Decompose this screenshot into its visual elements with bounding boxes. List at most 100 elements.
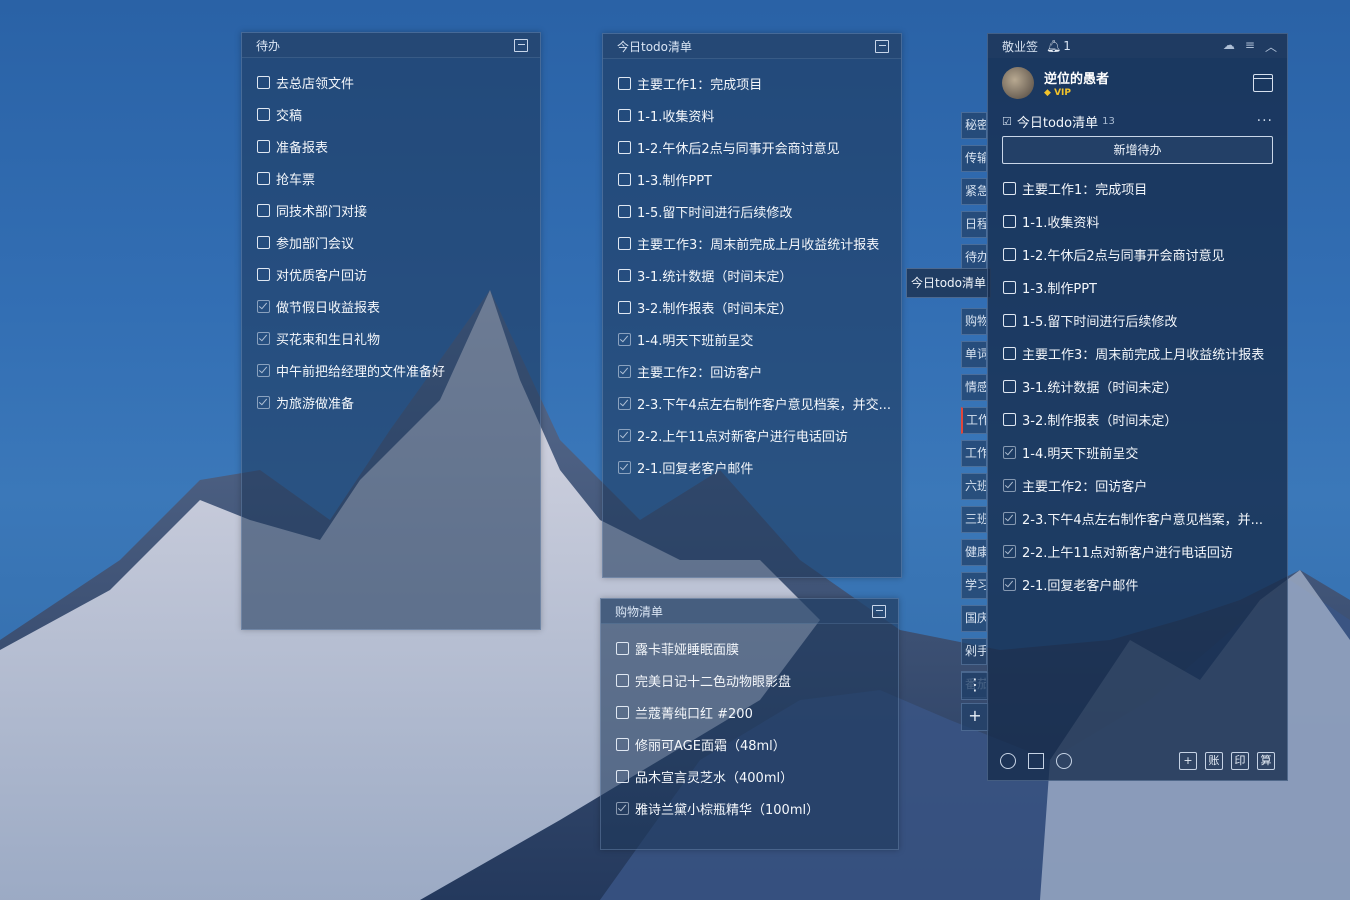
- todo-item[interactable]: 兰蔻菁纯口红 #200: [601, 696, 898, 728]
- category-tab[interactable]: 购物: [961, 308, 987, 335]
- checked-checkbox[interactable]: [1003, 446, 1016, 459]
- checkbox[interactable]: [257, 107, 270, 121]
- active-category-tab[interactable]: 今日todo清单: [906, 268, 992, 298]
- category-tab[interactable]: 传输: [961, 145, 987, 172]
- todo-item[interactable]: 抢车票: [242, 162, 540, 194]
- category-tab[interactable]: 工作: [961, 407, 987, 434]
- todo-item[interactable]: 1-3.制作PPT: [988, 271, 1287, 304]
- category-tab[interactable]: 待办: [961, 244, 987, 271]
- checked-checkbox[interactable]: [257, 363, 270, 377]
- checkbox[interactable]: [257, 139, 270, 153]
- checkbox[interactable]: [618, 108, 631, 122]
- todo-item[interactable]: 3-2.制作报表（时间未定）: [988, 403, 1287, 436]
- detach-icon[interactable]: [872, 604, 886, 618]
- checkbox[interactable]: [1003, 248, 1016, 261]
- todo-item[interactable]: 2-2.上午11点对新客户进行电话回访: [988, 535, 1287, 568]
- todo-item[interactable]: 为旅游做准备: [242, 386, 540, 418]
- category-tab[interactable]: 健康: [961, 539, 987, 566]
- todo-item[interactable]: 主要工作1：完成项目: [603, 67, 901, 99]
- footer-tool-button[interactable]: 账: [1205, 752, 1223, 770]
- todo-item[interactable]: 买花束和生日礼物: [242, 322, 540, 354]
- category-tab[interactable]: 情感: [961, 374, 987, 401]
- archive-icon[interactable]: [1028, 753, 1044, 769]
- checkbox[interactable]: [1003, 281, 1016, 294]
- checkbox[interactable]: [618, 300, 631, 314]
- todo-item[interactable]: 对优质客户回访: [242, 258, 540, 290]
- category-tab[interactable]: 国庆: [961, 605, 987, 632]
- checkbox[interactable]: [1003, 314, 1016, 327]
- today-note-panel[interactable]: 今日todo清单 主要工作1：完成项目 1-1.收集资料 1-2.午休后2点与同事开…: [602, 33, 902, 578]
- category-tab[interactable]: 单词: [961, 341, 987, 368]
- checked-checkbox[interactable]: [616, 801, 629, 815]
- checkbox[interactable]: [257, 75, 270, 89]
- avatar[interactable]: [1002, 67, 1034, 99]
- checked-checkbox[interactable]: [257, 299, 270, 313]
- footer-tool-button[interactable]: 算: [1257, 752, 1275, 770]
- checked-checkbox[interactable]: [257, 395, 270, 409]
- checked-checkbox[interactable]: [257, 331, 270, 345]
- todo-item[interactable]: 1-1.收集资料: [603, 99, 901, 131]
- todo-item[interactable]: 1-1.收集资料: [988, 205, 1287, 238]
- category-tab[interactable]: 学习: [961, 572, 987, 599]
- checkbox[interactable]: [257, 235, 270, 249]
- checked-checkbox[interactable]: [618, 332, 631, 346]
- footer-tool-button[interactable]: +: [1179, 752, 1197, 770]
- checkbox[interactable]: [257, 203, 270, 217]
- checkbox[interactable]: [618, 268, 631, 282]
- todo-item[interactable]: 1-4.明天下班前呈交: [603, 323, 901, 355]
- todo-item[interactable]: 3-1.统计数据（时间未定）: [603, 259, 901, 291]
- todo-item[interactable]: 2-3.下午4点左右制作客户意见档案，并交...: [603, 387, 901, 419]
- todo-item[interactable]: 1-2.午休后2点与同事开会商讨意见: [603, 131, 901, 163]
- todo-item[interactable]: 1-5.留下时间进行后续修改: [603, 195, 901, 227]
- todo-item[interactable]: 雅诗兰黛小棕瓶精华（100ml）: [601, 792, 898, 824]
- todo-item[interactable]: 做节假日收益报表: [242, 290, 540, 322]
- todo-item[interactable]: 1-5.留下时间进行后续修改: [988, 304, 1287, 337]
- add-tab-button[interactable]: +: [961, 703, 989, 731]
- checkbox[interactable]: [616, 769, 629, 783]
- collapse-icon[interactable]: ︿: [1265, 38, 1277, 55]
- todo-item[interactable]: 品木宣言灵芝水（400ml）: [601, 760, 898, 792]
- category-tab[interactable]: 紧急: [961, 178, 987, 205]
- todo-item[interactable]: 主要工作2：回访客户: [988, 469, 1287, 502]
- todo-item[interactable]: 参加部门会议: [242, 226, 540, 258]
- todo-item[interactable]: 准备报表: [242, 130, 540, 162]
- checkbox[interactable]: [618, 76, 631, 90]
- todo-item[interactable]: 2-2.上午11点对新客户进行电话回访: [603, 419, 901, 451]
- detach-icon[interactable]: [875, 39, 889, 53]
- todo-item[interactable]: 露卡菲娅睡眠面膜: [601, 632, 898, 664]
- todo-item[interactable]: 中午前把给经理的文件准备好: [242, 354, 540, 386]
- calendar-icon[interactable]: [1253, 74, 1273, 92]
- todo-item[interactable]: 1-4.明天下班前呈交: [988, 436, 1287, 469]
- checked-checkbox[interactable]: [1003, 479, 1016, 492]
- todo-item[interactable]: 主要工作3：周末前完成上月收益统计报表: [603, 227, 901, 259]
- clock-icon[interactable]: [1000, 753, 1016, 769]
- checked-checkbox[interactable]: [1003, 578, 1016, 591]
- checked-checkbox[interactable]: [618, 428, 631, 442]
- checkbox[interactable]: [1003, 380, 1016, 393]
- checkbox[interactable]: [618, 140, 631, 154]
- bell-icon[interactable]: 🔔︎: [1046, 39, 1061, 53]
- todo-item[interactable]: 同技术部门对接: [242, 194, 540, 226]
- detach-icon[interactable]: [514, 38, 528, 52]
- todo-item[interactable]: 2-1.回复老客户邮件: [988, 568, 1287, 601]
- todo-item[interactable]: 2-1.回复老客户邮件: [603, 451, 901, 483]
- checked-checkbox[interactable]: [618, 364, 631, 378]
- checkbox[interactable]: [1003, 347, 1016, 360]
- more-tabs-icon[interactable]: ⋮: [961, 672, 989, 700]
- checkbox[interactable]: [1003, 215, 1016, 228]
- checkbox[interactable]: [616, 673, 629, 687]
- checkbox[interactable]: [618, 172, 631, 186]
- checkbox[interactable]: [257, 267, 270, 281]
- category-tab[interactable]: 剁手: [961, 638, 987, 665]
- checkbox[interactable]: [616, 737, 629, 751]
- todo-item[interactable]: 修丽可AGE面霜（48ml）: [601, 728, 898, 760]
- shopping-note-panel[interactable]: 购物清单 露卡菲娅睡眠面膜 完美日记十二色动物眼影盘 兰蔻菁纯口红 #200 修丽可A…: [600, 598, 899, 850]
- todo-item[interactable]: 主要工作3：周末前完成上月收益统计报表: [988, 337, 1287, 370]
- checkbox[interactable]: [618, 204, 631, 218]
- category-tab[interactable]: 工作: [961, 440, 987, 467]
- footer-tool-button[interactable]: 印: [1231, 752, 1249, 770]
- todo-item[interactable]: 去总店领文件: [242, 66, 540, 98]
- category-tab[interactable]: 秘密: [961, 112, 987, 139]
- checkbox[interactable]: [616, 641, 629, 655]
- checked-checkbox[interactable]: [618, 460, 631, 474]
